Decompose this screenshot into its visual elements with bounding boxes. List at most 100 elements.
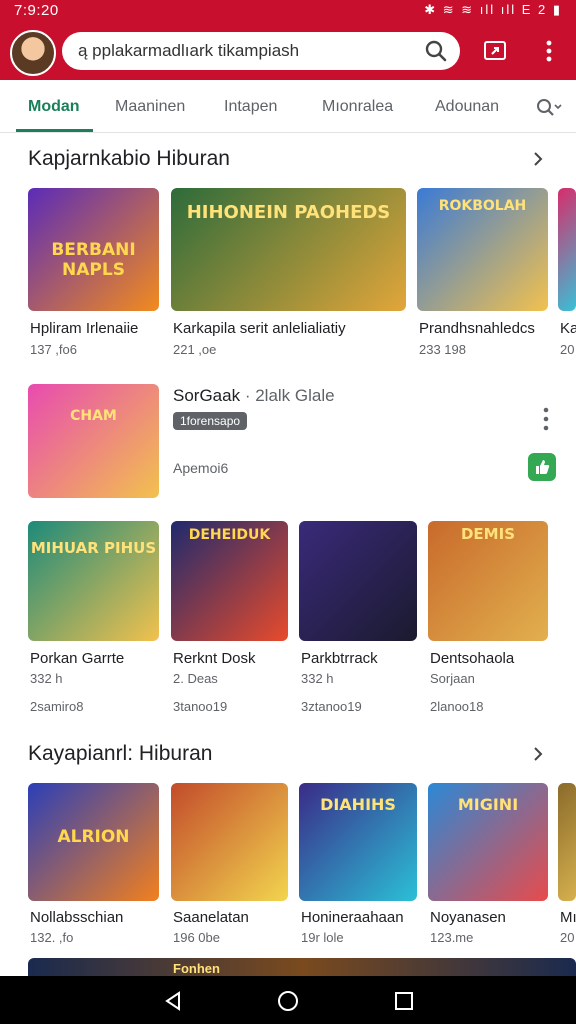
app-meta: 20 <box>560 342 575 357</box>
app-card[interactable]: ALRION <box>28 783 159 901</box>
thumbnail-art-text: CHAM <box>70 408 117 424</box>
home-icon[interactable] <box>277 990 299 1012</box>
app-name: Noyanasen <box>430 909 506 926</box>
app-thumbnail: MIHUAR PIHUS <box>28 521 159 641</box>
app-name: Hpliram Irlenaiie <box>30 320 139 337</box>
thumbnail-art-text: DIAHIHS <box>320 795 396 814</box>
app-card[interactable]: ROKBOLAH <box>417 188 548 311</box>
avatar[interactable] <box>10 30 56 76</box>
app-card[interactable]: HIHONEIN PAOHEDS <box>171 188 406 311</box>
app-card[interactable]: DEHEIDUK <box>171 521 288 641</box>
app-meta-secondary: 3tanoo19 <box>173 699 228 714</box>
app-thumbnail: DEMIS <box>428 521 548 641</box>
search-bar[interactable]: ą pplakarmadlıark tikampiash <box>62 32 460 70</box>
featured-card[interactable]: CHAM <box>28 384 159 498</box>
app-thumbnail: DEHEIDUK <box>171 521 288 641</box>
app-name: Nollabsschian <box>30 909 124 926</box>
section-title-2: Kayapianrl: Hiburan <box>28 742 213 765</box>
app-meta: 221 ,oe <box>173 342 217 357</box>
app-thumbnail: DIAHIHS <box>299 783 417 901</box>
app-card[interactable]: BERBANI NAPLS <box>28 188 159 311</box>
app-name: Mı <box>560 909 576 926</box>
app-meta-secondary: 2samiro8 <box>30 699 84 714</box>
app-card[interactable]: MIHUAR PIHUS <box>28 521 159 641</box>
thumbnail-art-text: MIGINI <box>457 795 519 814</box>
featured-thumbnail: CHAM <box>28 384 159 498</box>
thumbnail-art-text: DEMIS <box>460 525 515 543</box>
app-name: Ka <box>560 320 576 337</box>
promo-banner-label: Fonhen <box>173 961 220 976</box>
app-thumbnail <box>299 521 417 641</box>
app-name: Rerknt Dosk <box>173 650 256 667</box>
app-meta: 332 h <box>301 671 334 686</box>
app-thumbnail: MIGINI <box>428 783 548 901</box>
system-nav-bar <box>0 976 576 1024</box>
chevron-right-icon[interactable] <box>530 151 546 167</box>
thumbnail-art-text: HIHONEIN PAOHEDS <box>186 202 391 223</box>
featured-more-icon[interactable] <box>540 406 552 432</box>
back-icon[interactable] <box>162 990 184 1012</box>
more-options-icon[interactable] <box>536 38 562 64</box>
app-meta: 196 0be <box>173 930 220 945</box>
app-thumbnail <box>558 188 576 311</box>
tab-2[interactable]: Maaninen <box>115 98 185 116</box>
app-meta: 137 ,fo6 <box>30 342 77 357</box>
app-meta-secondary: 2lanoo18 <box>430 699 484 714</box>
app-card[interactable] <box>558 783 576 901</box>
active-tab-indicator <box>16 129 93 132</box>
tab-5[interactable]: Adounan <box>435 98 499 116</box>
search-icon[interactable] <box>424 39 448 63</box>
app-bar: ą pplakarmadlıark tikampiash <box>0 22 576 80</box>
app-meta: 123.me <box>430 930 474 945</box>
app-name: Dentsohaola <box>430 650 515 667</box>
thumbnail-art-text: DEHEIDUK <box>188 527 271 543</box>
app-card[interactable]: DIAHIHS <box>299 783 417 901</box>
tab-3[interactable]: Intapen <box>224 98 277 116</box>
featured-subtitle: · 2lalk Glale <box>244 386 335 405</box>
promo-banner[interactable]: Fonhen <box>28 958 576 976</box>
app-meta: 2. Deas <box>173 671 218 686</box>
app-card[interactable]: DEMIS <box>428 521 548 641</box>
app-thumbnail: ALRION <box>28 783 159 901</box>
app-card[interactable]: MIGINI <box>428 783 548 901</box>
tab-1[interactable]: Modan <box>28 98 80 116</box>
app-name: Parkbtrrack <box>301 650 378 667</box>
app-name: Prandhsnahledcs <box>419 320 535 337</box>
app-card[interactable] <box>558 188 576 311</box>
tab-search-icon[interactable] <box>536 98 562 118</box>
app-meta: 20 <box>560 930 575 945</box>
app-thumbnail <box>171 783 288 901</box>
chevron-right-icon[interactable] <box>530 746 546 762</box>
app-name: Porkan Garrte <box>30 650 125 667</box>
app-thumbnail: HIHONEIN PAOHEDS <box>171 188 406 311</box>
featured-badge: 1forensapo <box>173 412 248 430</box>
app-thumbnail: ROKBOLAH <box>417 188 548 311</box>
app-meta: Sorjaan <box>430 671 475 686</box>
status-icons: ✱ ≋ ≋ ıll ıll E 2 ▮ <box>424 2 562 17</box>
recents-icon[interactable] <box>394 991 414 1011</box>
thumbnail-art-text: ROKBOLAH <box>438 198 527 214</box>
section-title-1: Kapjarnkabio Hiburan <box>28 147 230 170</box>
app-card[interactable] <box>171 783 288 901</box>
app-name: Saanelatan <box>173 909 249 926</box>
thumbnail-art-text: ALRION <box>57 827 130 847</box>
category-tabs: Modan Maaninen Intapen Mıonralea Adounan <box>0 80 576 133</box>
app-meta: 19r lole <box>301 930 344 945</box>
tab-4[interactable]: Mıonralea <box>322 98 393 116</box>
app-meta: 132. ,fo <box>30 930 74 945</box>
thumbnail-art-text: BERBANI NAPLS <box>51 240 136 280</box>
app-card[interactable] <box>299 521 417 641</box>
status-bar: 7:9:20 ✱ ≋ ≋ ıll ıll E 2 ▮ <box>0 0 576 22</box>
install-button[interactable] <box>528 453 556 481</box>
app-meta: 233 198 <box>419 342 466 357</box>
search-input[interactable]: ą pplakarmadlıark tikampiash <box>78 41 299 61</box>
featured-meta: Apemoi6 <box>173 460 229 476</box>
cast-icon[interactable] <box>482 38 508 64</box>
app-meta: 332 h <box>30 671 63 686</box>
thumbs-up-icon <box>536 460 550 474</box>
app-thumbnail <box>558 783 576 901</box>
featured-name: SorGaak <box>173 386 241 405</box>
app-thumbnail: BERBANI NAPLS <box>28 188 159 311</box>
status-time: 7:9:20 <box>14 2 59 19</box>
app-name: Honineraahaan <box>301 909 404 926</box>
